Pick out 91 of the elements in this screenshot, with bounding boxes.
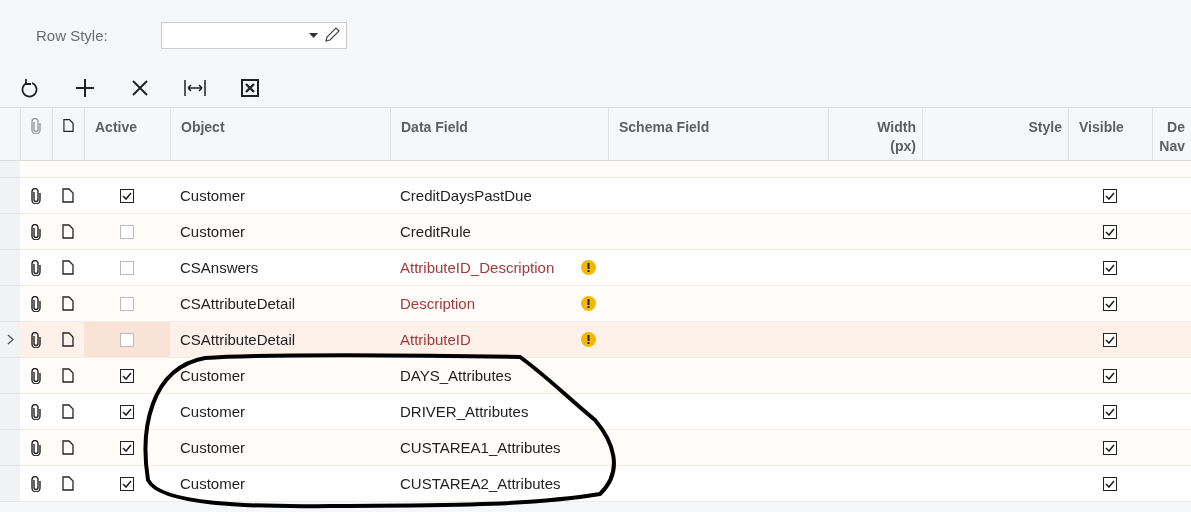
checkbox[interactable] [120, 260, 134, 275]
checkbox[interactable] [120, 188, 134, 203]
table-cell: CSAttributeDetail [180, 295, 296, 312]
table-cell: AttributeID_Description [400, 259, 555, 276]
checkbox[interactable] [1103, 296, 1117, 311]
table-row[interactable]: CSAnswers AttributeID_Description [20, 250, 1191, 286]
column-header[interactable]: Object [181, 118, 225, 137]
checkbox[interactable] [1103, 224, 1117, 239]
table-cell: Customer [180, 403, 246, 420]
document-icon[interactable] [62, 368, 74, 383]
warning-icon [581, 296, 596, 311]
table-cell: CreditDaysPastDue [400, 187, 532, 204]
row-gutter [0, 214, 20, 250]
column-header[interactable]: Schema Field [619, 118, 710, 137]
table-cell: CSAnswers [180, 259, 259, 276]
paperclip-icon[interactable] [31, 223, 41, 240]
checkbox[interactable] [1103, 260, 1117, 275]
table-cell: Customer [180, 439, 246, 456]
delete-icon [132, 80, 148, 96]
paperclip-icon[interactable] [31, 475, 41, 492]
table-cell: Description [400, 295, 476, 312]
warning-icon [581, 260, 596, 275]
add-icon [75, 78, 95, 98]
paperclip-icon[interactable] [31, 367, 41, 384]
table-cell: CUSTAREA2_Attributes [400, 475, 561, 492]
checkbox[interactable] [120, 224, 134, 239]
checkbox[interactable] [120, 368, 134, 383]
field-label: Row Style: [36, 26, 109, 44]
paperclip-icon[interactable] [31, 439, 41, 456]
document-icon[interactable] [62, 296, 74, 311]
excel-export-icon [241, 79, 259, 97]
table-cell: AttributeID [400, 331, 471, 348]
refresh-icon [21, 78, 39, 98]
fit-width-icon [184, 79, 206, 97]
caret-icon [309, 32, 318, 38]
table-row[interactable]: Customer DRIVER_Attributes [20, 394, 1191, 430]
row-gutter [0, 466, 20, 502]
table-cell: Customer [180, 367, 246, 384]
table-row[interactable]: CSAttributeDetail AttributeID [20, 322, 1191, 358]
checkbox[interactable] [1103, 188, 1117, 203]
column-header[interactable]: Data Field [401, 118, 468, 137]
table-row[interactable]: Customer CUSTAREA2_Attributes [20, 466, 1191, 502]
checkbox[interactable] [1103, 368, 1117, 383]
table-row[interactable]: CSAttributeDetail Description [20, 286, 1191, 322]
document-icon[interactable] [62, 476, 74, 491]
table-cell: Customer [180, 187, 246, 204]
row-gutter [0, 430, 20, 466]
table-cell: CUSTAREA1_Attributes [400, 439, 561, 456]
checkbox[interactable] [120, 332, 134, 347]
table-row[interactable]: Customer CUSTAREA1_Attributes [20, 430, 1191, 466]
document-icon[interactable] [62, 260, 74, 275]
checkbox[interactable] [120, 440, 134, 455]
checkbox[interactable] [1103, 440, 1117, 455]
document-icon[interactable] [62, 332, 74, 347]
column-header[interactable]: Style [1028, 118, 1062, 137]
document-icon[interactable] [62, 404, 74, 419]
paperclip-icon[interactable] [31, 295, 41, 312]
table-cell: CreditRule [400, 223, 471, 240]
document-icon[interactable] [62, 440, 74, 455]
checkbox[interactable] [1103, 332, 1117, 347]
table-row[interactable]: Customer CreditDaysPastDue [20, 178, 1191, 214]
current-cell[interactable] [84, 322, 170, 357]
pencil-icon [324, 27, 340, 43]
row-gutter [0, 250, 20, 286]
paperclip-icon[interactable] [31, 187, 41, 204]
column-header[interactable]: Active [95, 118, 138, 137]
excel-button[interactable] [238, 76, 262, 100]
paperclip-icon[interactable] [31, 259, 41, 276]
paperclip-icon[interactable] [31, 331, 41, 348]
checkbox[interactable] [1103, 476, 1117, 491]
paperclip-icon [31, 118, 41, 134]
table-cell: DRIVER_Attributes [400, 403, 529, 420]
table-cell: CSAttributeDetail [180, 331, 296, 348]
document-icon[interactable] [62, 224, 74, 239]
table-row[interactable]: Customer CreditRule [20, 214, 1191, 250]
column-header[interactable]: Visible [1079, 118, 1124, 137]
checkbox[interactable] [1103, 404, 1117, 419]
warning-icon [581, 332, 596, 347]
paperclip-icon[interactable] [31, 403, 41, 420]
table-cell: Customer [180, 223, 246, 240]
table-cell: DAYS_Attributes [400, 367, 512, 384]
checkbox[interactable] [120, 296, 134, 311]
table-row[interactable]: Customer DAYS_Attributes [20, 358, 1191, 394]
document-icon [63, 118, 74, 133]
row-gutter [0, 394, 20, 430]
checkbox[interactable] [120, 476, 134, 491]
chevron-icon [6, 334, 14, 345]
document-icon[interactable] [62, 188, 74, 203]
table-cell: Customer [180, 475, 246, 492]
add-button[interactable] [73, 76, 97, 100]
checkbox[interactable] [120, 404, 134, 419]
